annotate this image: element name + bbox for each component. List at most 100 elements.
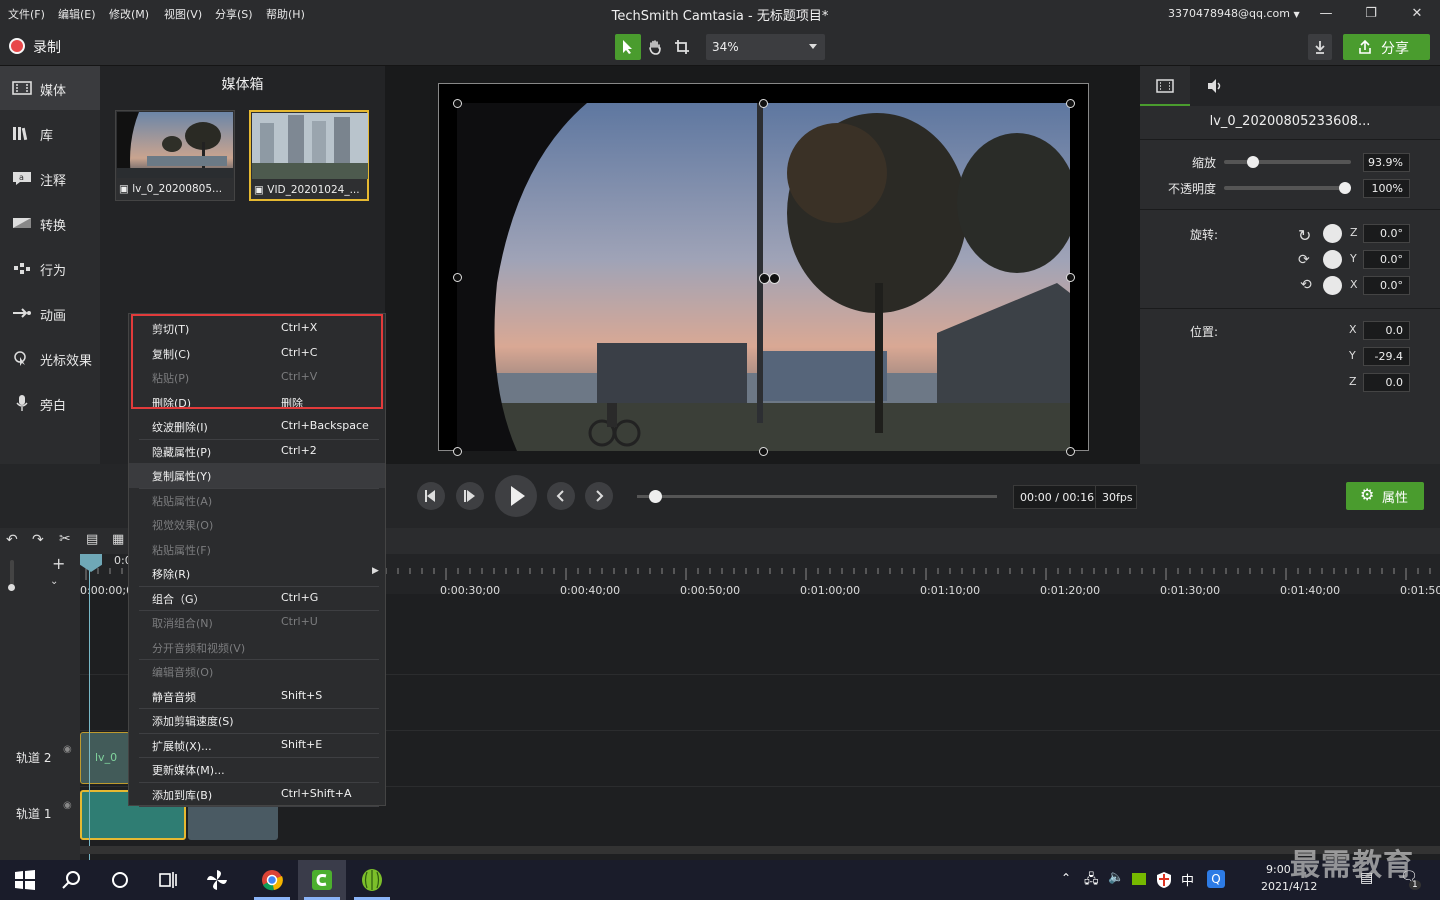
undo-icon[interactable]: ↶ (6, 532, 18, 548)
position-z-field[interactable]: 0.0 (1363, 373, 1410, 392)
rotation-z-dial[interactable] (1323, 224, 1342, 243)
sidebar-item-animations[interactable]: 动画 (0, 291, 100, 335)
copy-icon[interactable]: ▤ (86, 532, 98, 547)
menu-file[interactable]: 文件(F) (8, 6, 45, 22)
context-menu-item[interactable]: 组合（G） Ctrl+G (129, 586, 385, 611)
context-menu-item[interactable]: 更新媒体(M)... (129, 757, 385, 782)
search-icon[interactable] (60, 868, 84, 892)
eye-icon[interactable]: ◉ (63, 800, 72, 811)
security-shield-icon[interactable] (1156, 871, 1172, 889)
context-menu-item[interactable]: 扩展帧(X)... Shift+E (129, 733, 385, 758)
zoom-dropdown[interactable]: 34% (706, 34, 825, 60)
cut-icon[interactable]: ✂ (59, 531, 71, 547)
scale-slider-knob[interactable] (1247, 156, 1259, 168)
menu-edit[interactable]: 编辑(E) (58, 6, 96, 22)
rotation-x-dial[interactable] (1323, 276, 1342, 295)
windows-start-icon[interactable] (13, 868, 37, 892)
sidebar-item-annotations[interactable]: a 注释 (0, 156, 100, 200)
media-thumbnail[interactable]: ▣ lv_0_20200805... (115, 110, 235, 201)
network-icon[interactable]: 🖧 (1084, 870, 1099, 892)
rotation-y-field[interactable]: 0.0° (1363, 250, 1410, 269)
resize-handle[interactable] (453, 447, 462, 456)
playhead[interactable] (89, 554, 90, 860)
share-button[interactable]: 分享 (1343, 34, 1430, 60)
sidebar-item-media[interactable]: 媒体 (0, 66, 100, 110)
timeline-scrollbar[interactable] (80, 846, 1440, 854)
rotation-handle[interactable] (769, 273, 780, 284)
scrub-handle[interactable] (649, 490, 662, 503)
resize-handle[interactable] (1066, 99, 1075, 108)
app-taskbar-button[interactable] (348, 860, 396, 900)
qq-icon[interactable]: Q (1207, 870, 1225, 888)
context-menu-item[interactable]: 纹波删除(I) Ctrl+Backspace (129, 414, 385, 439)
sidebar-item-library[interactable]: 库 (0, 111, 100, 155)
scale-field[interactable]: 93.9% (1363, 153, 1410, 172)
menu-view[interactable]: 视图(V) (164, 6, 202, 22)
scrub-bar[interactable] (637, 495, 997, 498)
tab-visual-properties[interactable] (1140, 66, 1190, 106)
close-icon[interactable]: ✕ (1407, 4, 1427, 24)
context-menu-item[interactable]: 移除(R) ▶ (129, 561, 385, 586)
media-thumbnail-selected[interactable]: ▣ VID_20201024_... (249, 110, 369, 201)
menu-share[interactable]: 分享(S) (215, 6, 253, 22)
step-back-button[interactable] (417, 482, 445, 510)
task-view-icon[interactable] (156, 868, 180, 892)
scale-slider[interactable] (1224, 160, 1351, 164)
timeline-clip-ghost[interactable]: lv_0 (80, 732, 130, 784)
redo-icon[interactable]: ↷ (32, 532, 44, 548)
paste-icon[interactable]: ▦ (112, 532, 124, 547)
rotation-z-field[interactable]: 0.0° (1363, 224, 1410, 243)
camtasia-taskbar-button[interactable] (298, 860, 346, 900)
sidebar-item-transitions[interactable]: 转换 (0, 201, 100, 245)
play-button[interactable] (495, 475, 537, 517)
resize-handle[interactable] (1066, 273, 1075, 282)
position-x-field[interactable]: 0.0 (1363, 321, 1410, 340)
context-menu-item[interactable]: 添加剪辑速度(S) (129, 708, 385, 733)
account-menu[interactable]: 3370478948@qq.com ▼ (1168, 7, 1300, 20)
position-y-field[interactable]: -29.4 (1363, 347, 1410, 366)
volume-icon[interactable]: 🔈 (1108, 870, 1124, 885)
context-menu-item[interactable]: 复制属性(Y) (129, 463, 385, 488)
cortana-icon[interactable] (108, 868, 132, 892)
minimize-icon[interactable]: — (1316, 4, 1336, 24)
chevron-up-icon[interactable]: ⌃ (1061, 871, 1071, 885)
step-forward-button[interactable] (456, 482, 484, 510)
ime-indicator[interactable]: 中 (1181, 870, 1194, 889)
context-menu-item[interactable]: 隐藏属性(P) Ctrl+2 (129, 439, 385, 464)
resize-handle[interactable] (453, 99, 462, 108)
resize-handle[interactable] (759, 99, 768, 108)
zoom-slider-knob[interactable] (8, 584, 15, 591)
preview-canvas[interactable] (385, 66, 1140, 464)
opacity-slider-knob[interactable] (1339, 182, 1351, 194)
select-tool-button[interactable] (615, 34, 641, 60)
next-marker-button[interactable] (585, 482, 613, 510)
menu-modify[interactable]: 修改(M) (109, 6, 149, 22)
pinwheel-app-icon[interactable] (205, 868, 229, 892)
sidebar-item-cursor-effects[interactable]: 光标效果 (0, 336, 100, 380)
tab-audio-properties[interactable] (1190, 66, 1240, 106)
track-name[interactable]: 轨道 1 (16, 805, 51, 822)
context-menu-item[interactable]: 静音音频 Shift+S (129, 684, 385, 709)
opacity-slider[interactable] (1224, 186, 1351, 190)
crop-tool-button[interactable] (669, 34, 695, 60)
restore-icon[interactable]: ❐ (1361, 4, 1381, 24)
sidebar-item-voice-narration[interactable]: 旁白 (0, 381, 100, 425)
resize-handle[interactable] (453, 273, 462, 282)
eye-icon[interactable]: ◉ (63, 744, 72, 755)
add-track-button[interactable]: + (52, 554, 65, 573)
properties-button[interactable]: ⚙ 属性 (1346, 482, 1424, 510)
opacity-field[interactable]: 100% (1363, 179, 1410, 198)
previous-marker-button[interactable] (547, 482, 575, 510)
track-name[interactable]: 轨道 2 (16, 749, 51, 766)
pan-tool-button[interactable] (642, 34, 668, 60)
chevron-down-icon[interactable]: ⌄ (50, 576, 58, 587)
menu-help[interactable]: 帮助(H) (266, 6, 305, 22)
clock-time[interactable]: 9:00 (1266, 863, 1291, 876)
rotation-y-dial[interactable] (1323, 250, 1342, 269)
download-button[interactable] (1308, 34, 1332, 60)
rotation-x-field[interactable]: 0.0° (1363, 276, 1410, 295)
nvidia-icon[interactable] (1132, 873, 1146, 885)
chrome-taskbar-button[interactable] (248, 860, 296, 900)
context-menu-item[interactable]: 添加到库(B) Ctrl+Shift+A (129, 782, 385, 807)
sidebar-item-behaviors[interactable]: 行为 (0, 246, 100, 290)
